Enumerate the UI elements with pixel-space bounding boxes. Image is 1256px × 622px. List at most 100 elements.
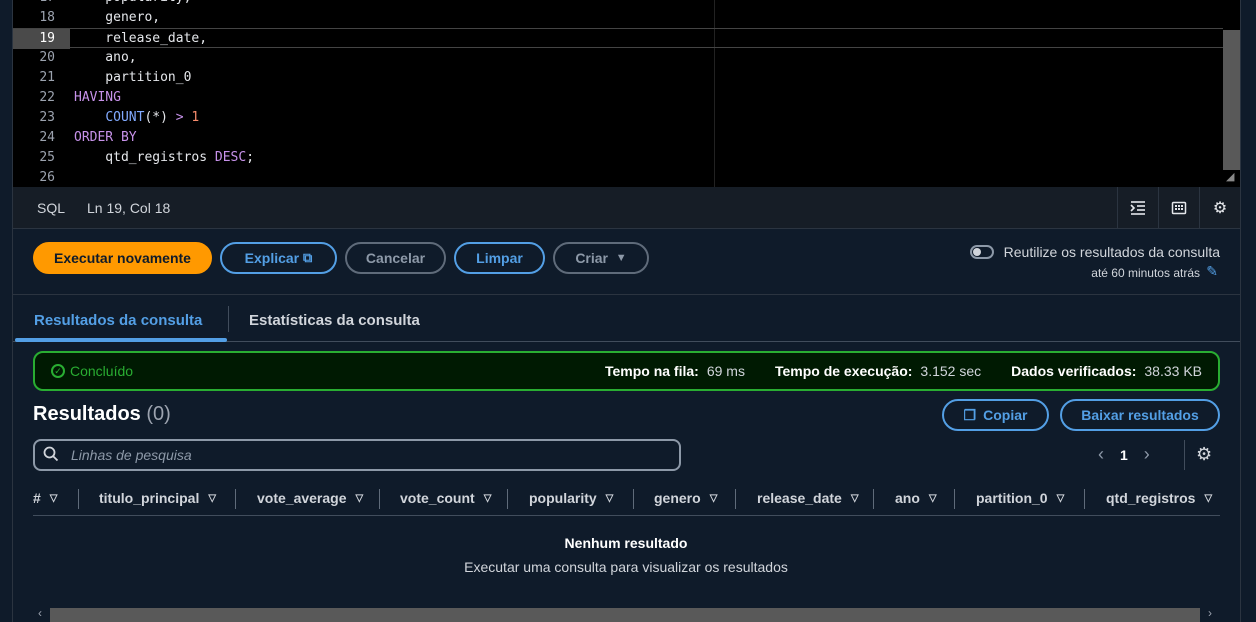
download-results-button[interactable]: Baixar resultados <box>1060 399 1220 431</box>
column-label: release_date <box>757 490 842 506</box>
copy-button[interactable]: ❐ Copiar <box>942 399 1049 431</box>
results-title: Resultados (0) <box>33 403 171 425</box>
column-resize-handle[interactable] <box>235 489 236 509</box>
column-resize-handle[interactable] <box>735 489 736 509</box>
column-header[interactable]: genero ▽ <box>654 490 717 506</box>
line-number: 21 <box>39 70 55 85</box>
column-resize-handle[interactable] <box>954 489 955 509</box>
query-actions-bar: Executar novamente Explicar ⧉ Cancelar L… <box>13 229 1240 295</box>
editor-line[interactable]: 26 <box>13 168 1223 187</box>
sort-caret-icon[interactable]: ▽ <box>356 493 364 504</box>
code-text: ano, <box>74 50 137 65</box>
column-label: popularity <box>529 490 597 506</box>
search-input[interactable]: Linhas de pesquisa <box>71 447 192 463</box>
scroll-right-icon[interactable]: › <box>1208 606 1212 620</box>
column-header[interactable]: popularity ▽ <box>529 490 613 506</box>
empty-state-title: Nenhum resultado <box>564 535 688 551</box>
column-header[interactable]: release_date ▽ <box>757 490 859 506</box>
sort-caret-icon[interactable]: ▽ <box>484 493 492 504</box>
next-page-icon[interactable]: › <box>1144 444 1150 465</box>
line-number: 23 <box>39 110 55 125</box>
editor-vertical-scrollbar[interactable] <box>1223 30 1240 170</box>
search-icon <box>43 446 59 467</box>
reuse-results-toggle[interactable] <box>970 245 994 259</box>
column-header[interactable]: titulo_principal ▽ <box>99 490 216 506</box>
indent-icon[interactable] <box>1117 187 1158 229</box>
column-resize-handle[interactable] <box>873 489 874 509</box>
cursor-position: Ln 19, Col 18 <box>87 200 171 216</box>
results-tabs: Resultados da consulta Estatísticas da c… <box>13 296 1240 342</box>
editor-line[interactable]: 22 HAVING <box>13 88 1223 108</box>
column-resize-handle[interactable] <box>507 489 508 509</box>
line-number: 24 <box>39 130 55 145</box>
column-header[interactable]: vote_count ▽ <box>400 490 491 506</box>
gear-icon[interactable]: ⚙ <box>1199 187 1240 229</box>
sort-caret-icon[interactable]: ▽ <box>1204 493 1212 504</box>
pager-divider <box>1184 440 1185 470</box>
column-header[interactable]: vote_average ▽ <box>257 490 363 506</box>
line-number: 20 <box>39 50 55 65</box>
execution-time: Tempo de execução: 3.152 sec <box>774 363 982 379</box>
column-header[interactable]: qtd_registros ▽ <box>1106 490 1212 506</box>
reuse-results-label: Reutilize os resultados da consulta <box>1003 244 1220 260</box>
pagination: ‹ 1 › <box>1098 444 1150 465</box>
current-page[interactable]: 1 <box>1120 447 1128 463</box>
table-settings-gear-icon[interactable]: ⚙ <box>1196 444 1212 465</box>
sort-caret-icon[interactable]: ▽ <box>1057 493 1065 504</box>
sort-caret-icon[interactable]: ▽ <box>606 493 614 504</box>
sort-caret-icon[interactable]: ▽ <box>50 493 58 504</box>
tab-query-stats[interactable]: Estatísticas da consulta <box>249 312 420 329</box>
results-table-header: # ▽ titulo_principal ▽ vote_average ▽ vote_cou… <box>33 484 1220 516</box>
code-text: COUNT(*) > 1 <box>105 110 200 125</box>
column-resize-handle[interactable] <box>78 489 79 509</box>
line-number: 18 <box>39 10 55 25</box>
column-header[interactable]: ano ▽ <box>895 490 937 506</box>
column-label: partition_0 <box>976 490 1048 506</box>
sort-caret-icon[interactable]: ▽ <box>851 493 859 504</box>
clear-button[interactable]: Limpar <box>454 242 545 274</box>
create-dropdown-button[interactable]: Criar ▼ <box>553 242 649 274</box>
column-label: # <box>33 490 41 506</box>
query-status-box: ✓ Concluído Tempo na fila: 69 ms Tempo de… <box>33 351 1220 391</box>
search-rows-field[interactable]: Linhas de pesquisa <box>33 439 681 471</box>
sql-editor[interactable]: 17 popularity,18 genero,19 release_date,… <box>13 0 1240 187</box>
editor-line[interactable]: 17 popularity, <box>13 0 1223 8</box>
cancel-button[interactable]: Cancelar <box>345 242 446 274</box>
column-label: qtd_registros <box>1106 490 1196 506</box>
line-number: 22 <box>39 90 55 105</box>
reuse-results-age: até 60 minutos atrás <box>1091 266 1200 280</box>
table-horizontal-scrollbar[interactable] <box>50 608 1200 622</box>
run-again-button[interactable]: Executar novamente <box>33 242 212 274</box>
tab-query-results[interactable]: Resultados da consulta <box>34 312 202 329</box>
sort-caret-icon[interactable]: ▽ <box>208 493 216 504</box>
edit-pencil-icon[interactable]: ✎ <box>1206 263 1218 280</box>
code-text: genero, <box>74 10 161 25</box>
column-header[interactable]: # ▽ <box>33 490 58 506</box>
left-panel-edge <box>0 0 13 622</box>
column-resize-handle[interactable] <box>379 489 380 509</box>
editor-line[interactable]: 21 partition_0 <box>13 68 1223 88</box>
editor-line[interactable]: 19 release_date, <box>13 28 1223 49</box>
copy-icon: ❐ <box>963 406 977 423</box>
sort-caret-icon[interactable]: ▽ <box>929 493 937 504</box>
column-resize-handle[interactable] <box>1084 489 1085 509</box>
empty-state-subtitle: Executar uma consulta para visualizar os… <box>464 559 788 575</box>
line-number: 25 <box>39 150 55 165</box>
editor-line[interactable]: 18 genero, <box>13 8 1223 28</box>
caret-down-icon: ▼ <box>615 252 627 264</box>
previous-page-icon[interactable]: ‹ <box>1098 444 1104 465</box>
sort-caret-icon[interactable]: ▽ <box>710 493 718 504</box>
external-link-icon: ⧉ <box>303 250 313 265</box>
keyboard-icon[interactable] <box>1158 187 1199 229</box>
editor-line[interactable]: 25 qtd_registros DESC; <box>13 148 1223 168</box>
column-resize-handle[interactable] <box>633 489 634 509</box>
editor-line[interactable]: 23 COUNT(*) > 1 <box>13 108 1223 128</box>
editor-line[interactable]: 24 ORDER BY <box>13 128 1223 148</box>
right-panel-edge <box>1240 0 1256 622</box>
column-header[interactable]: partition_0 ▽ <box>976 490 1064 506</box>
resize-handle-icon[interactable]: ◢ <box>1226 170 1234 183</box>
explain-button[interactable]: Explicar ⧉ <box>220 242 337 274</box>
scroll-left-icon[interactable]: ‹ <box>38 606 42 620</box>
column-label: vote_count <box>400 490 475 506</box>
editor-line[interactable]: 20 ano, <box>13 48 1223 68</box>
